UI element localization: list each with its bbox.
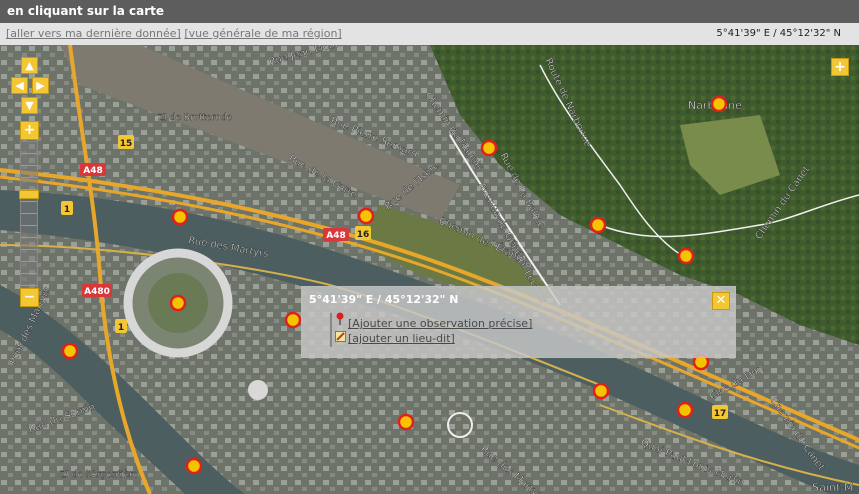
- observation-marker[interactable]: [171, 208, 189, 226]
- zoom-out-button[interactable]: −: [20, 288, 39, 307]
- road-shield: 16: [357, 230, 370, 240]
- observation-marker[interactable]: [480, 139, 498, 157]
- map-label: ZI de Brotterode: [158, 113, 232, 123]
- pan-right-button[interactable]: ▶: [32, 77, 49, 94]
- map-popup: 5°41'39" E / 45°12'32" N ✕ [Ajouter une …: [301, 286, 736, 358]
- observation-marker[interactable]: [169, 294, 187, 312]
- satellite-map[interactable]: Rue Jean Moulin Rue Pierre Semard Chemin…: [0, 45, 859, 494]
- last-data-link[interactable]: [aller vers ma dernière donnée]: [6, 27, 181, 40]
- observation-marker[interactable]: [677, 247, 695, 265]
- popup-divider: [330, 313, 332, 347]
- road-shield: 15: [120, 139, 133, 149]
- pin-icon: [336, 312, 344, 325]
- zoom-slider-thumb[interactable]: [19, 190, 39, 199]
- observation-marker[interactable]: [397, 413, 415, 431]
- road-shield: 1: [64, 205, 70, 215]
- pan-down-button[interactable]: ▼: [21, 97, 38, 114]
- zoom-in-button[interactable]: +: [20, 121, 39, 140]
- road-shield: 1: [118, 323, 124, 333]
- panel-title: en cliquant sur la carte: [0, 0, 859, 23]
- popup-coordinates: 5°41'39" E / 45°12'32" N: [309, 293, 459, 306]
- observation-marker[interactable]: [710, 95, 728, 113]
- pan-left-button[interactable]: ◀: [11, 77, 28, 94]
- zoom-slider-track[interactable]: [20, 141, 38, 289]
- observation-marker[interactable]: [357, 207, 375, 225]
- observation-marker[interactable]: [185, 457, 203, 475]
- observation-marker[interactable]: [676, 401, 694, 419]
- map-label: ZI de l'Argentière: [60, 469, 138, 480]
- region-overview-link[interactable]: [vue générale de ma région]: [184, 27, 341, 40]
- map-label: Saint-M: [812, 481, 854, 494]
- map-toolbar: [aller vers ma dernière donnée] [vue gén…: [0, 23, 859, 45]
- dome: [248, 380, 268, 400]
- edit-icon: [335, 331, 346, 342]
- add-observation-link[interactable]: [Ajouter une observation précise]: [348, 317, 532, 330]
- road-shield: A480: [84, 287, 110, 297]
- observation-marker[interactable]: [589, 216, 607, 234]
- observation-marker[interactable]: [592, 382, 610, 400]
- road-shield: A48: [326, 231, 346, 241]
- observation-marker[interactable]: [284, 311, 302, 329]
- coordinate-readout: 5°41'39" E / 45°12'32" N: [716, 28, 841, 39]
- popup-close-button[interactable]: ✕: [712, 292, 730, 310]
- road-shield: A48: [83, 166, 103, 176]
- add-lieudit-link[interactable]: [ajouter un lieu-dit]: [348, 332, 455, 345]
- road-shield: 17: [714, 409, 727, 419]
- expand-layers-button[interactable]: +: [831, 58, 849, 76]
- pan-up-button[interactable]: ▲: [21, 57, 38, 74]
- map-canvas[interactable]: Rue Jean Moulin Rue Pierre Semard Chemin…: [0, 45, 859, 494]
- observation-marker[interactable]: [61, 342, 79, 360]
